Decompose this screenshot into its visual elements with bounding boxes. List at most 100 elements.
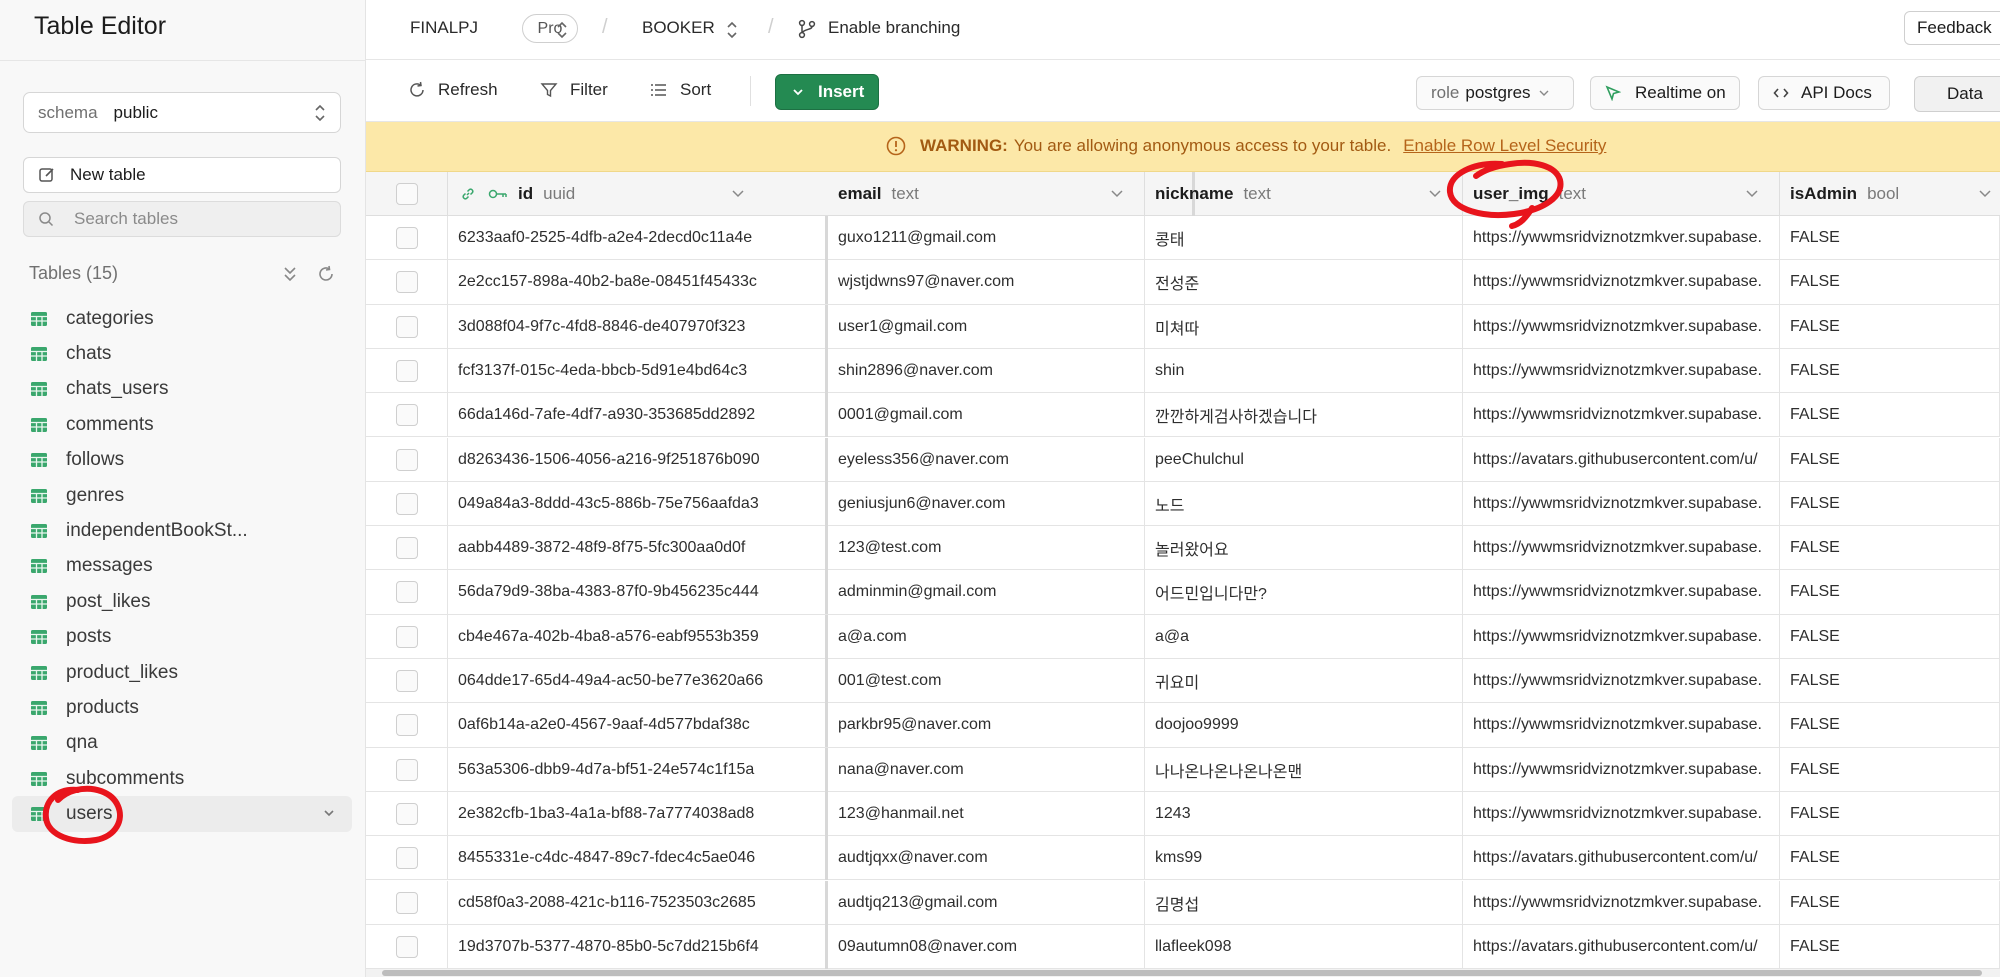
cell-id[interactable]: 19d3707b-5377-4870-85b0-5c7dd215b6f4 [448, 924, 828, 969]
cell-is-admin[interactable]: FALSE [1780, 659, 2000, 703]
cell-id[interactable]: 2e2cc157-898a-40b2-ba8e-08451f45433c [448, 260, 828, 305]
table-row[interactable]: 064dde17-65d4-49a4-ac50-be77e3620a66 001@… [366, 659, 2000, 704]
column-header-user-img[interactable]: user_img text [1463, 172, 1780, 216]
cell-is-admin[interactable]: FALSE [1780, 260, 2000, 305]
sort-button[interactable]: Sort [650, 80, 711, 100]
enable-branching-button[interactable]: Enable branching [828, 18, 960, 38]
cell-is-admin[interactable]: FALSE [1780, 437, 2000, 482]
row-checkbox[interactable] [395, 935, 418, 958]
role-select[interactable]: role postgres [1416, 76, 1574, 110]
table-row[interactable]: 19d3707b-5377-4870-85b0-5c7dd215b6f4 09au… [366, 924, 2000, 970]
cell-email[interactable]: nana@naver.com [828, 747, 1145, 792]
cell-email[interactable]: 09autumn08@naver.com [828, 924, 1145, 969]
refresh-button[interactable]: Refresh [408, 80, 498, 100]
project-name[interactable]: FINALPJ [410, 18, 478, 38]
cell-user-img[interactable]: https://ywwmsridviznotzmkver.supabase. [1463, 393, 1780, 438]
table-row[interactable]: 6233aaf0-2525-4dfb-a2e4-2decd0c11a4e guxo… [366, 216, 2000, 261]
cell-user-img[interactable]: https://ywwmsridviznotzmkver.supabase. [1463, 614, 1780, 659]
cell-is-admin[interactable]: FALSE [1780, 216, 2000, 260]
row-checkbox[interactable] [395, 227, 418, 249]
scrollbar-thumb[interactable] [382, 970, 1982, 976]
cell-email[interactable]: a@a.com [828, 614, 1145, 659]
search-tables-input[interactable]: Search tables [23, 201, 341, 237]
cell-nickname[interactable]: peeChulchul [1145, 437, 1463, 482]
collapse-all-icon[interactable] [280, 264, 300, 284]
branch-name[interactable]: BOOKER [642, 18, 715, 38]
cell-is-admin[interactable]: FALSE [1780, 836, 2000, 881]
cell-email[interactable]: geniusjun6@naver.com [828, 481, 1145, 526]
chevron-down-icon[interactable] [322, 806, 336, 820]
sidebar-table-item[interactable]: genres [12, 478, 352, 513]
cell-nickname[interactable]: 콩태 [1145, 216, 1463, 260]
cell-is-admin[interactable]: FALSE [1780, 570, 2000, 615]
cell-nickname[interactable]: 1243 [1145, 791, 1463, 836]
cell-id[interactable]: aabb4489-3872-48f9-8f75-5fc300aa0d0f [448, 526, 828, 571]
sidebar-table-item[interactable]: messages [12, 549, 352, 584]
column-header-id-content[interactable]: id uuid [448, 172, 765, 216]
row-checkbox[interactable] [395, 670, 418, 692]
chevron-down-icon[interactable] [1745, 188, 1759, 200]
cell-nickname[interactable]: shin [1145, 348, 1463, 393]
cell-email[interactable]: wjstjdwns97@naver.com [828, 260, 1145, 305]
table-row[interactable]: 0af6b14a-a2e0-4567-9aaf-4d577bdaf38c park… [366, 703, 2000, 748]
cell-nickname[interactable]: a@a [1145, 614, 1463, 659]
cell-email[interactable]: audtjqxx@naver.com [828, 836, 1145, 881]
sidebar-table-item[interactable]: chats [12, 336, 352, 371]
row-checkbox[interactable] [395, 714, 418, 737]
cell-email[interactable]: 0001@gmail.com [828, 393, 1145, 438]
sidebar-table-item[interactable]: product_likes [12, 655, 352, 690]
cell-nickname[interactable]: 깐깐하게검사하겠습니다 [1145, 393, 1463, 438]
cell-email[interactable]: shin2896@naver.com [828, 348, 1145, 393]
cell-id[interactable]: 064dde17-65d4-49a4-ac50-be77e3620a66 [448, 659, 828, 703]
chevron-updown-icon[interactable] [726, 20, 738, 40]
sidebar-table-item[interactable]: independentBookSt... [12, 513, 352, 548]
cell-user-img[interactable]: https://avatars.githubusercontent.com/u/ [1463, 437, 1780, 482]
sidebar-table-item[interactable]: post_likes [12, 584, 352, 619]
table-row[interactable]: 049a84a3-8ddd-43c5-886b-75e756aafda3 geni… [366, 481, 2000, 527]
table-row[interactable]: cb4e467a-402b-4ba8-a576-eabf9553b359 a@a.… [366, 614, 2000, 659]
cell-user-img[interactable]: https://ywwmsridviznotzmkver.supabase. [1463, 216, 1780, 260]
cell-id[interactable]: cb4e467a-402b-4ba8-a576-eabf9553b359 [448, 614, 828, 659]
realtime-button[interactable]: Realtime on [1590, 76, 1740, 110]
sidebar-table-item[interactable]: categories [12, 301, 352, 336]
cell-user-img[interactable]: https://ywwmsridviznotzmkver.supabase. [1463, 791, 1780, 836]
cell-email[interactable]: guxo1211@gmail.com [828, 216, 1145, 260]
sidebar-table-item[interactable]: qna [12, 726, 352, 761]
chevron-down-icon[interactable] [1110, 188, 1124, 200]
chevron-down-icon[interactable] [731, 188, 745, 200]
api-docs-button[interactable]: API Docs [1758, 76, 1890, 110]
table-row[interactable]: 2e2cc157-898a-40b2-ba8e-08451f45433c wjst… [366, 260, 2000, 305]
cell-nickname[interactable]: doojoo9999 [1145, 703, 1463, 748]
cell-user-img[interactable]: https://ywwmsridviznotzmkver.supabase. [1463, 304, 1780, 349]
cell-is-admin[interactable]: FALSE [1780, 614, 2000, 659]
table-row[interactable]: fcf3137f-015c-4eda-bbcb-5d91e4bd64c3 shin… [366, 348, 2000, 394]
sidebar-table-item[interactable]: subcomments [12, 761, 352, 796]
table-row[interactable]: 56da79d9-38ba-4383-87f0-9b456235c444 admi… [366, 570, 2000, 615]
cell-id[interactable]: 8455331e-c4dc-4847-89c7-fdec4c5ae046 [448, 836, 828, 881]
cell-is-admin[interactable]: FALSE [1780, 393, 2000, 438]
select-all-checkbox[interactable] [395, 183, 418, 205]
cell-nickname[interactable]: 어드민입니다만? [1145, 570, 1463, 615]
column-header-is-admin[interactable]: isAdmin bool [1780, 172, 2000, 216]
cell-is-admin[interactable]: FALSE [1780, 880, 2000, 925]
cell-is-admin[interactable]: FALSE [1780, 791, 2000, 836]
new-table-button[interactable]: New table [23, 157, 341, 193]
cell-id[interactable]: 66da146d-7afe-4df7-a930-353685dd2892 [448, 393, 828, 438]
cell-email[interactable]: 123@test.com [828, 526, 1145, 571]
cell-id[interactable]: d8263436-1506-4056-a216-9f251876b090 [448, 437, 828, 482]
table-row[interactable]: cd58f0a3-2088-421c-b116-7523503c2685 audt… [366, 880, 2000, 925]
cell-id[interactable]: 0af6b14a-a2e0-4567-9aaf-4d577bdaf38c [448, 703, 828, 748]
cell-user-img[interactable]: https://ywwmsridviznotzmkver.supabase. [1463, 659, 1780, 703]
chevron-down-icon[interactable] [1978, 188, 1992, 200]
cell-user-img[interactable]: https://ywwmsridviznotzmkver.supabase. [1463, 348, 1780, 393]
refresh-tables-icon[interactable] [316, 264, 336, 284]
insert-button[interactable]: Insert [775, 74, 879, 110]
cell-nickname[interactable]: 미쳐따 [1145, 304, 1463, 349]
row-checkbox[interactable] [395, 847, 418, 870]
row-checkbox[interactable] [395, 625, 418, 648]
cell-nickname[interactable]: kms99 [1145, 836, 1463, 881]
cell-email[interactable]: 001@test.com [828, 659, 1145, 703]
cell-email[interactable]: user1@gmail.com [828, 304, 1145, 349]
cell-nickname[interactable]: 귀요미 [1145, 659, 1463, 703]
row-checkbox[interactable] [395, 404, 418, 427]
